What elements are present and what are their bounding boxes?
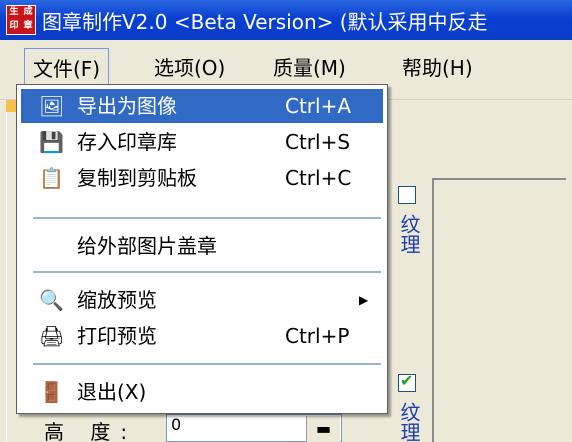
menu-separator: [33, 271, 381, 273]
export-image-icon: 🖼: [39, 94, 65, 118]
app-icon-char: 成: [23, 7, 33, 17]
height-label: 高 度:: [44, 420, 138, 442]
menu-separator: [33, 363, 381, 365]
title-bar: 生 成 印 章 图章制作V2.0 <Beta Version> (默认采用中反走: [0, 0, 572, 40]
menu-item-label: 存入印章库: [77, 130, 177, 154]
menu-item-exit[interactable]: 🚪 退出(X): [21, 375, 383, 409]
menu-item-shortcut: Ctrl+P: [285, 324, 350, 348]
menu-item-shortcut: Ctrl+S: [285, 130, 351, 154]
menu-file[interactable]: 文件(F): [24, 48, 110, 88]
menu-item-label: 复制到剪贴板: [77, 166, 197, 190]
magnifier-icon: 🔍: [39, 288, 64, 312]
tab-edge: [6, 100, 16, 112]
printer-icon: 🖨: [39, 324, 65, 348]
app-seal-icon: 生 成 印 章: [6, 5, 36, 35]
menu-options[interactable]: 选项(O): [146, 48, 233, 88]
menu-item-shortcut: Ctrl+C: [285, 166, 352, 190]
menu-item-print-preview[interactable]: 🖨 打印预览 Ctrl+P: [21, 319, 383, 353]
file-menu-dropdown: 🖼 导出为图像 Ctrl+A 💾 存入印章库 Ctrl+S 📋 复制到剪贴板 C…: [16, 84, 388, 414]
menu-item-save-library[interactable]: 💾 存入印章库 Ctrl+S: [21, 125, 383, 159]
menu-item-label: 导出为图像: [77, 94, 177, 118]
height-spin-button[interactable]: ▬: [306, 416, 340, 442]
menu-item-shortcut: Ctrl+A: [285, 94, 352, 118]
menu-item-label: 打印预览: [77, 324, 157, 348]
submenu-arrow-icon: ▶: [359, 293, 369, 307]
menu-item-copy-clipboard[interactable]: 📋 复制到剪贴板 Ctrl+C: [21, 161, 383, 195]
app-icon-char: 生: [9, 7, 19, 17]
texture-checkbox-1[interactable]: [398, 186, 416, 204]
menu-item-zoom-preview[interactable]: 🔍 缩放预览 ▶: [21, 283, 383, 317]
save-library-icon: 💾: [39, 130, 64, 154]
menu-separator: [33, 217, 381, 219]
window-title: 图章制作V2.0 <Beta Version> (默认采用中反走: [42, 9, 488, 34]
texture-checkbox-2[interactable]: ✔: [398, 371, 416, 392]
menu-item-label: 退出(X): [77, 380, 147, 404]
menu-item-stamp-external[interactable]: 给外部图片盖章: [21, 229, 383, 263]
menu-help[interactable]: 帮助(H): [394, 48, 481, 88]
copy-icon: 📋: [39, 166, 64, 190]
menu-item-export-image[interactable]: 🖼 导出为图像 Ctrl+A: [21, 89, 383, 123]
texture-label-1: 纹理: [397, 214, 421, 254]
app-icon-char: 章: [23, 21, 33, 31]
app-icon-char: 印: [9, 21, 19, 31]
checkmark-icon: ✔: [400, 371, 414, 390]
preview-panel: [432, 178, 566, 442]
menu-quality[interactable]: 质量(M): [265, 48, 354, 88]
exit-icon: 🚪: [39, 380, 64, 404]
texture-label-2: 纹理: [397, 402, 421, 442]
menu-item-label: 给外部图片盖章: [77, 234, 217, 258]
menu-item-label: 缩放预览: [77, 288, 157, 312]
